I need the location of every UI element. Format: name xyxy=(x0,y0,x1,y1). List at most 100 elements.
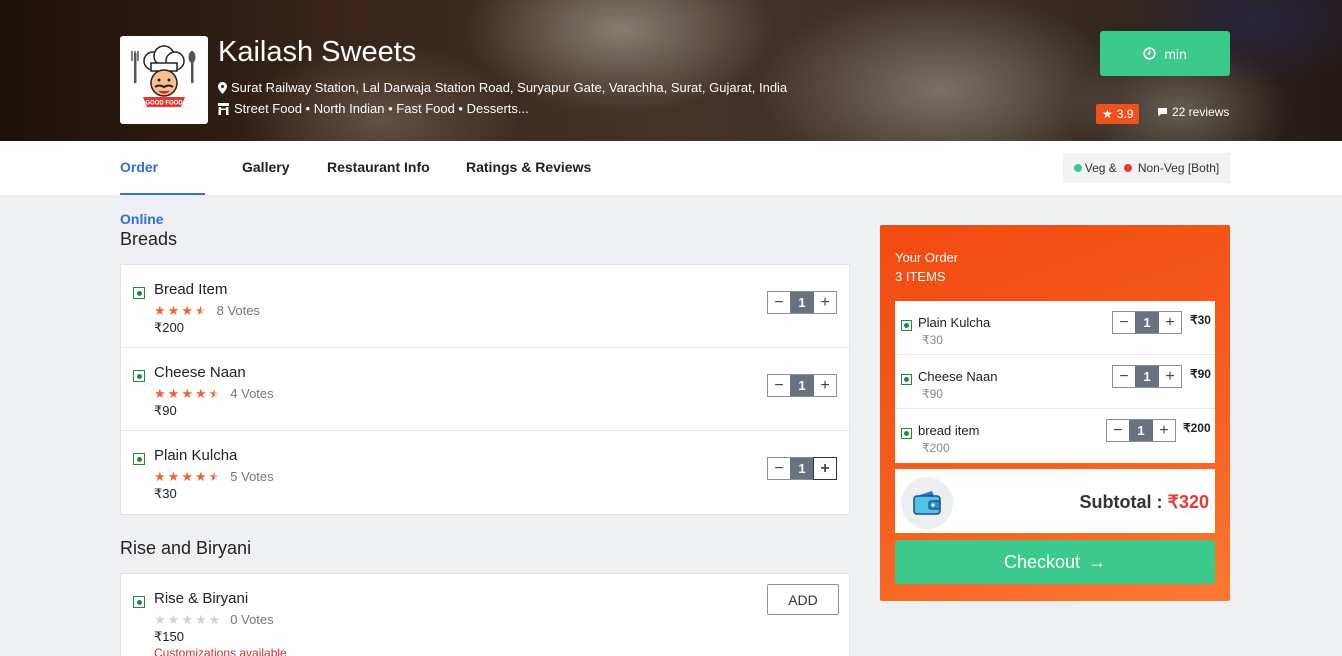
subtotal-label: Subtotal : xyxy=(1079,492,1163,512)
item-price: ₹150 xyxy=(154,629,184,644)
item-rating: ★ ★ ★ ★ ★ 5 Votes xyxy=(154,469,274,484)
item-votes: 8 Votes xyxy=(216,303,260,318)
star-full-icon: ★ xyxy=(154,303,166,318)
item-rating: ★ ★ ★ ★ ★ 4 Votes xyxy=(154,386,274,401)
quantity-stepper: − 1 + xyxy=(767,374,837,397)
veg-indicator-icon xyxy=(133,287,145,299)
order-item: Cheese Naan ₹90 − 1 + ₹90 xyxy=(895,355,1215,409)
logo-text: GOOD FOOD xyxy=(145,101,183,107)
veg-indicator-icon xyxy=(901,374,912,385)
chef-logo-icon: GOOD FOOD xyxy=(131,45,196,107)
add-button[interactable]: ADD xyxy=(767,584,839,615)
veg-indicator-icon xyxy=(133,453,145,465)
tab-gallery[interactable]: Gallery xyxy=(242,141,289,195)
star-full-icon: ★ xyxy=(167,303,180,318)
order-item-total: ₹30 xyxy=(1190,313,1211,327)
star-full-icon: ★ xyxy=(194,469,207,484)
item-price: ₹30 xyxy=(154,486,177,501)
location-pin-icon xyxy=(218,81,227,94)
star-full-icon: ★ xyxy=(181,469,193,484)
veg-dot-icon xyxy=(1073,164,1082,172)
star-half-icon: ★ xyxy=(208,469,221,484)
star-full-icon: ★ xyxy=(194,386,207,401)
item-rating: ★ ★ ★ ★ 8 Votes xyxy=(154,303,260,318)
menu-item: Rise & Biryani ★ ★ ★ ★ ★ 0 Votes ₹150 AD… xyxy=(121,574,849,656)
order-count: 3 ITEMS xyxy=(895,269,946,284)
menu-item: Plain Kulcha ★ ★ ★ ★ ★ 5 Votes ₹30 − 1 + xyxy=(121,431,849,514)
comment-icon xyxy=(1158,108,1167,117)
order-item-total: ₹200 xyxy=(1183,421,1211,435)
decrease-button[interactable]: − xyxy=(1113,366,1135,387)
star-empty-icon: ★ xyxy=(154,612,166,627)
section-title-rise-biryani: Rise and Biryani xyxy=(120,538,252,558)
restaurant-banner: GOOD FOOD Kailash Sweets Surat Railway S… xyxy=(0,0,1342,141)
decrease-button[interactable]: − xyxy=(1113,312,1135,333)
order-item-name: Plain Kulcha xyxy=(918,315,991,330)
item-votes: 0 Votes xyxy=(230,612,274,627)
star-full-icon: ★ xyxy=(181,303,193,318)
quantity-stepper: − 1 + xyxy=(1112,365,1182,388)
increase-button[interactable]: + xyxy=(814,292,836,313)
increase-button[interactable]: + xyxy=(1153,420,1175,441)
quantity-value: 1 xyxy=(1129,420,1153,441)
star-full-icon: ★ xyxy=(154,469,166,484)
checkout-button[interactable]: Checkout → xyxy=(895,540,1215,584)
arrow-right-icon: → xyxy=(1088,551,1107,572)
menu-item: Bread Item ★ ★ ★ ★ 8 Votes ₹200 − 1 + xyxy=(121,265,849,348)
restaurant-address: Surat Railway Station, Lal Darwaja Stati… xyxy=(218,80,787,95)
increase-button[interactable]: + xyxy=(1159,366,1181,387)
quantity-value: 1 xyxy=(1135,366,1159,387)
order-item: bread item ₹200 − 1 + ₹200 xyxy=(895,409,1215,463)
checkout-label: Checkout xyxy=(1003,551,1081,572)
star-icon: ★ xyxy=(1102,107,1113,121)
star-full-icon: ★ xyxy=(167,469,180,484)
order-list: Plain Kulcha ₹30 − 1 + ₹30 Cheese Naan ₹… xyxy=(895,301,1215,463)
star-full-icon: ★ xyxy=(181,386,193,401)
veg-label: Veg & xyxy=(1084,161,1117,175)
decrease-button[interactable]: − xyxy=(768,292,790,313)
increase-button[interactable]: + xyxy=(813,457,837,480)
quantity-stepper: − 1 + xyxy=(767,457,837,480)
restaurant-logo: GOOD FOOD xyxy=(120,36,208,124)
item-rating: ★ ★ ★ ★ ★ 0 Votes xyxy=(154,612,274,627)
restaurant-cuisines: Street Food • North Indian • Fast Food •… xyxy=(218,101,529,116)
veg-indicator-icon xyxy=(133,596,145,608)
menu-card-rise-biryani: Rise & Biryani ★ ★ ★ ★ ★ 0 Votes ₹150 AD… xyxy=(120,573,850,656)
clock-icon xyxy=(1143,47,1156,60)
subtotal-value: ₹320 xyxy=(1167,492,1209,512)
menu-card-breads: Bread Item ★ ★ ★ ★ 8 Votes ₹200 − 1 + Ch… xyxy=(120,264,850,515)
item-votes: 4 Votes xyxy=(230,386,274,401)
reviews-link[interactable]: 22 reviews xyxy=(1157,105,1229,119)
tab-ratings-reviews[interactable]: Ratings & Reviews xyxy=(466,141,591,195)
veg-indicator-icon xyxy=(901,428,912,439)
quantity-value: 1 xyxy=(790,292,814,313)
star-half-icon: ★ xyxy=(194,303,207,318)
nonveg-dot-icon xyxy=(1123,164,1132,172)
item-name: Cheese Naan xyxy=(154,364,246,381)
star-empty-icon: ★ xyxy=(167,612,180,627)
star-full-icon: ★ xyxy=(154,386,166,401)
decrease-button[interactable]: − xyxy=(768,458,790,479)
cuisines-text: Street Food • North Indian • Fast Food •… xyxy=(234,101,529,116)
subtotal: Subtotal : ₹320 xyxy=(1080,492,1210,513)
tab-restaurant-info[interactable]: Restaurant Info xyxy=(327,141,430,195)
decrease-button[interactable]: − xyxy=(1107,420,1129,441)
quantity-stepper: − 1 + xyxy=(1112,311,1182,334)
wallet-icon xyxy=(901,477,953,529)
star-full-icon: ★ xyxy=(167,386,180,401)
increase-button[interactable]: + xyxy=(814,375,836,396)
order-panel: Your Order 3 ITEMS Plain Kulcha ₹30 − 1 … xyxy=(880,225,1230,601)
order-item-price: ₹90 xyxy=(922,387,943,401)
order-title: Your Order xyxy=(895,250,959,265)
customizations-note[interactable]: Customizations available xyxy=(154,646,287,656)
order-item: Plain Kulcha ₹30 − 1 + ₹30 xyxy=(895,301,1215,355)
tab-order-online[interactable]: Order Online xyxy=(120,141,205,227)
veg-filter-toggle[interactable]: Veg & Non-Veg [Both] xyxy=(1063,153,1230,183)
item-votes: 5 Votes xyxy=(230,469,274,484)
order-item-name: bread item xyxy=(918,423,980,438)
decrease-button[interactable]: − xyxy=(768,375,790,396)
section-title-breads: Breads xyxy=(120,229,178,249)
delivery-time-button[interactable]: min xyxy=(1100,31,1230,76)
increase-button[interactable]: + xyxy=(1159,312,1181,333)
restaurant-name: Kailash Sweets xyxy=(218,36,417,68)
